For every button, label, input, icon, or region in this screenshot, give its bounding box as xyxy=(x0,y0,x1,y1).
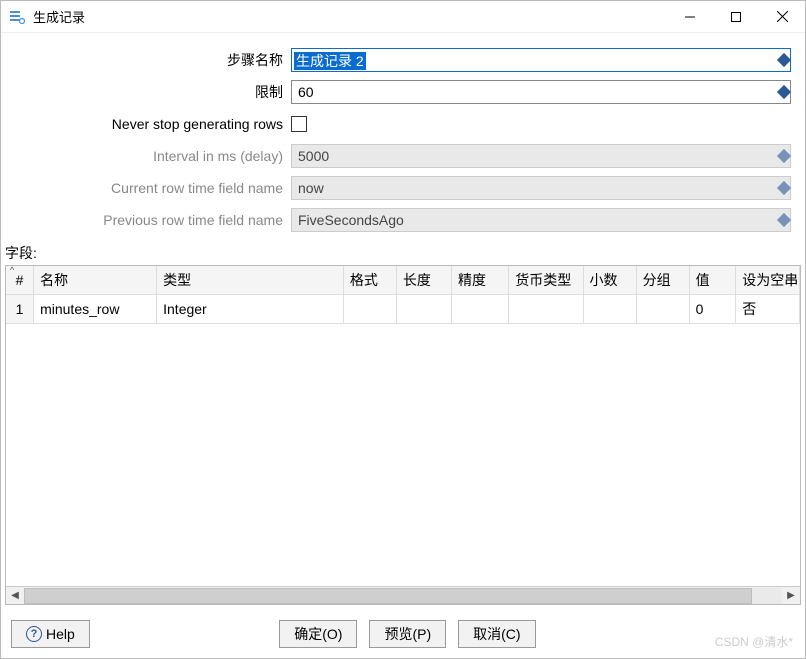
cell-precision[interactable] xyxy=(452,295,509,324)
cell-length[interactable] xyxy=(396,295,451,324)
app-icon xyxy=(9,9,25,25)
help-icon: ? xyxy=(26,626,42,642)
cell-set-empty[interactable]: 否 xyxy=(736,295,800,324)
scroll-right-arrow[interactable]: ▶ xyxy=(782,587,800,605)
header-decimal[interactable]: 小数 xyxy=(583,266,636,295)
previous-time-input xyxy=(291,208,791,232)
fields-section-label: 字段: xyxy=(1,243,805,265)
limit-label: 限制 xyxy=(15,82,291,102)
cell-value[interactable]: 0 xyxy=(689,295,736,324)
fields-table[interactable]: ^# 名称 类型 格式 长度 精度 货币类型 小数 分组 值 设为空串 1 mi… xyxy=(6,266,800,324)
never-stop-checkbox[interactable] xyxy=(291,116,307,132)
window-controls xyxy=(667,1,805,32)
minimize-button[interactable] xyxy=(667,1,713,32)
watermark: CSDN @清水* xyxy=(715,633,793,650)
current-time-input xyxy=(291,176,791,200)
step-name-label: 步骤名称 xyxy=(15,50,291,70)
limit-input[interactable] xyxy=(291,80,791,104)
interval-input xyxy=(291,144,791,168)
cell-decimal[interactable] xyxy=(583,295,636,324)
never-stop-label: Never stop generating rows xyxy=(15,116,291,132)
ok-button[interactable]: 确定(O) xyxy=(279,620,357,648)
cell-num[interactable]: 1 xyxy=(6,295,34,324)
cell-name[interactable]: minutes_row xyxy=(34,295,157,324)
header-type[interactable]: 类型 xyxy=(157,266,344,295)
horizontal-scrollbar[interactable]: ◀ ▶ xyxy=(6,586,800,604)
cell-group[interactable] xyxy=(636,295,689,324)
header-length[interactable]: 长度 xyxy=(396,266,451,295)
close-button[interactable] xyxy=(759,1,805,32)
header-group[interactable]: 分组 xyxy=(636,266,689,295)
help-button[interactable]: ? Help xyxy=(11,620,90,648)
step-name-value: 生成记录 2 xyxy=(294,52,366,70)
title-bar: 生成记录 xyxy=(1,1,805,33)
cell-type[interactable]: Integer xyxy=(157,295,344,324)
cell-format[interactable] xyxy=(343,295,396,324)
preview-button[interactable]: 预览(P) xyxy=(369,620,446,648)
cell-currency[interactable] xyxy=(509,295,583,324)
interval-label: Interval in ms (delay) xyxy=(15,148,291,164)
help-label: Help xyxy=(46,626,75,642)
window-title: 生成记录 xyxy=(33,7,667,26)
header-precision[interactable]: 精度 xyxy=(452,266,509,295)
scroll-left-arrow[interactable]: ◀ xyxy=(6,587,24,605)
table-row[interactable]: 1 minutes_row Integer 0 否 xyxy=(6,295,800,324)
table-header-row: ^# 名称 类型 格式 长度 精度 货币类型 小数 分组 值 设为空串 xyxy=(6,266,800,295)
header-name[interactable]: 名称 xyxy=(34,266,157,295)
fields-table-container: ^# 名称 类型 格式 长度 精度 货币类型 小数 分组 值 设为空串 1 mi… xyxy=(5,265,801,605)
form-area: 步骤名称 生成记录 2 限制 Never stop generating row… xyxy=(1,33,805,243)
scroll-track[interactable] xyxy=(24,588,782,604)
header-currency[interactable]: 货币类型 xyxy=(509,266,583,295)
previous-time-label: Previous row time field name xyxy=(15,212,291,228)
header-set-empty[interactable]: 设为空串 xyxy=(736,266,800,295)
header-format[interactable]: 格式 xyxy=(343,266,396,295)
header-value[interactable]: 值 xyxy=(689,266,736,295)
scroll-thumb[interactable] xyxy=(24,588,752,604)
footer: ? Help 确定(O) 预览(P) 取消(C) CSDN @清水* xyxy=(1,610,805,658)
current-time-label: Current row time field name xyxy=(15,180,291,196)
step-name-input[interactable]: 生成记录 2 xyxy=(291,48,791,72)
cancel-button[interactable]: 取消(C) xyxy=(458,620,535,648)
maximize-button[interactable] xyxy=(713,1,759,32)
header-num[interactable]: ^# xyxy=(6,266,34,295)
